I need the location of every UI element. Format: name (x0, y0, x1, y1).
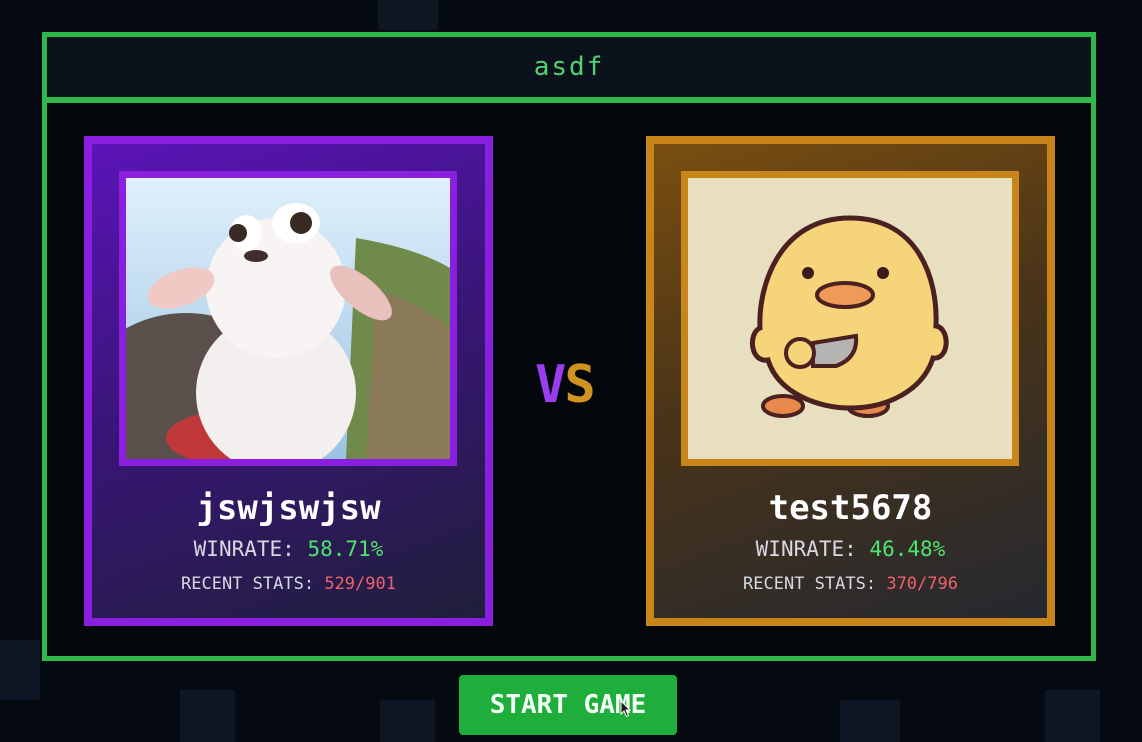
player-name-right: test5678 (768, 488, 933, 528)
recent-stats-row-right: RECENT STATS: 370/796 (654, 574, 1047, 594)
white-lamb-avatar-icon (126, 178, 450, 459)
yellow-duck-avatar-icon (688, 178, 1012, 459)
winrate-label: WINRATE: (193, 537, 295, 561)
winrate-label: WINRATE: (755, 537, 857, 561)
winrate-row-right: WINRATE: 46.48% (654, 537, 1047, 561)
winrate-value: 46.48% (869, 537, 946, 561)
recent-stats-label: RECENT STATS: (743, 574, 877, 594)
background-tile (840, 700, 900, 742)
background-tile (1045, 690, 1100, 742)
player-card-right: test5678 WINRATE: 46.48% RECENT STATS: 3… (646, 136, 1055, 626)
lobby-frame: asdf jswjswjsw WINRATE: 58.71% RECENT ST… (42, 32, 1096, 661)
start-game-button[interactable]: START GAME (459, 675, 677, 735)
player-card-left: jswjswjsw WINRATE: 58.71% RECENT STATS: … (84, 136, 493, 626)
background-tile (380, 700, 435, 742)
winrate-row-left: WINRATE: 58.71% (92, 537, 485, 561)
recent-stats-row-left: RECENT STATS: 529/901 (92, 574, 485, 594)
winrate-value: 58.71% (307, 537, 384, 561)
player-avatar-right (681, 171, 1019, 466)
recent-stats-value: 370/796 (886, 574, 958, 594)
recent-stats-label: RECENT STATS: (181, 574, 315, 594)
background-tile (378, 0, 438, 30)
room-title-bar: asdf (47, 37, 1091, 103)
player-avatar-left (119, 171, 457, 466)
background-tile (0, 640, 40, 700)
recent-stats-value: 529/901 (324, 574, 396, 594)
player-name-left: jswjswjsw (196, 488, 381, 528)
versus-v: V (535, 355, 566, 415)
room-title: asdf (533, 52, 605, 82)
background-tile (180, 690, 235, 742)
versus-label: VS (535, 355, 596, 415)
mouse-cursor-icon (620, 700, 632, 718)
versus-s: S (564, 355, 595, 415)
